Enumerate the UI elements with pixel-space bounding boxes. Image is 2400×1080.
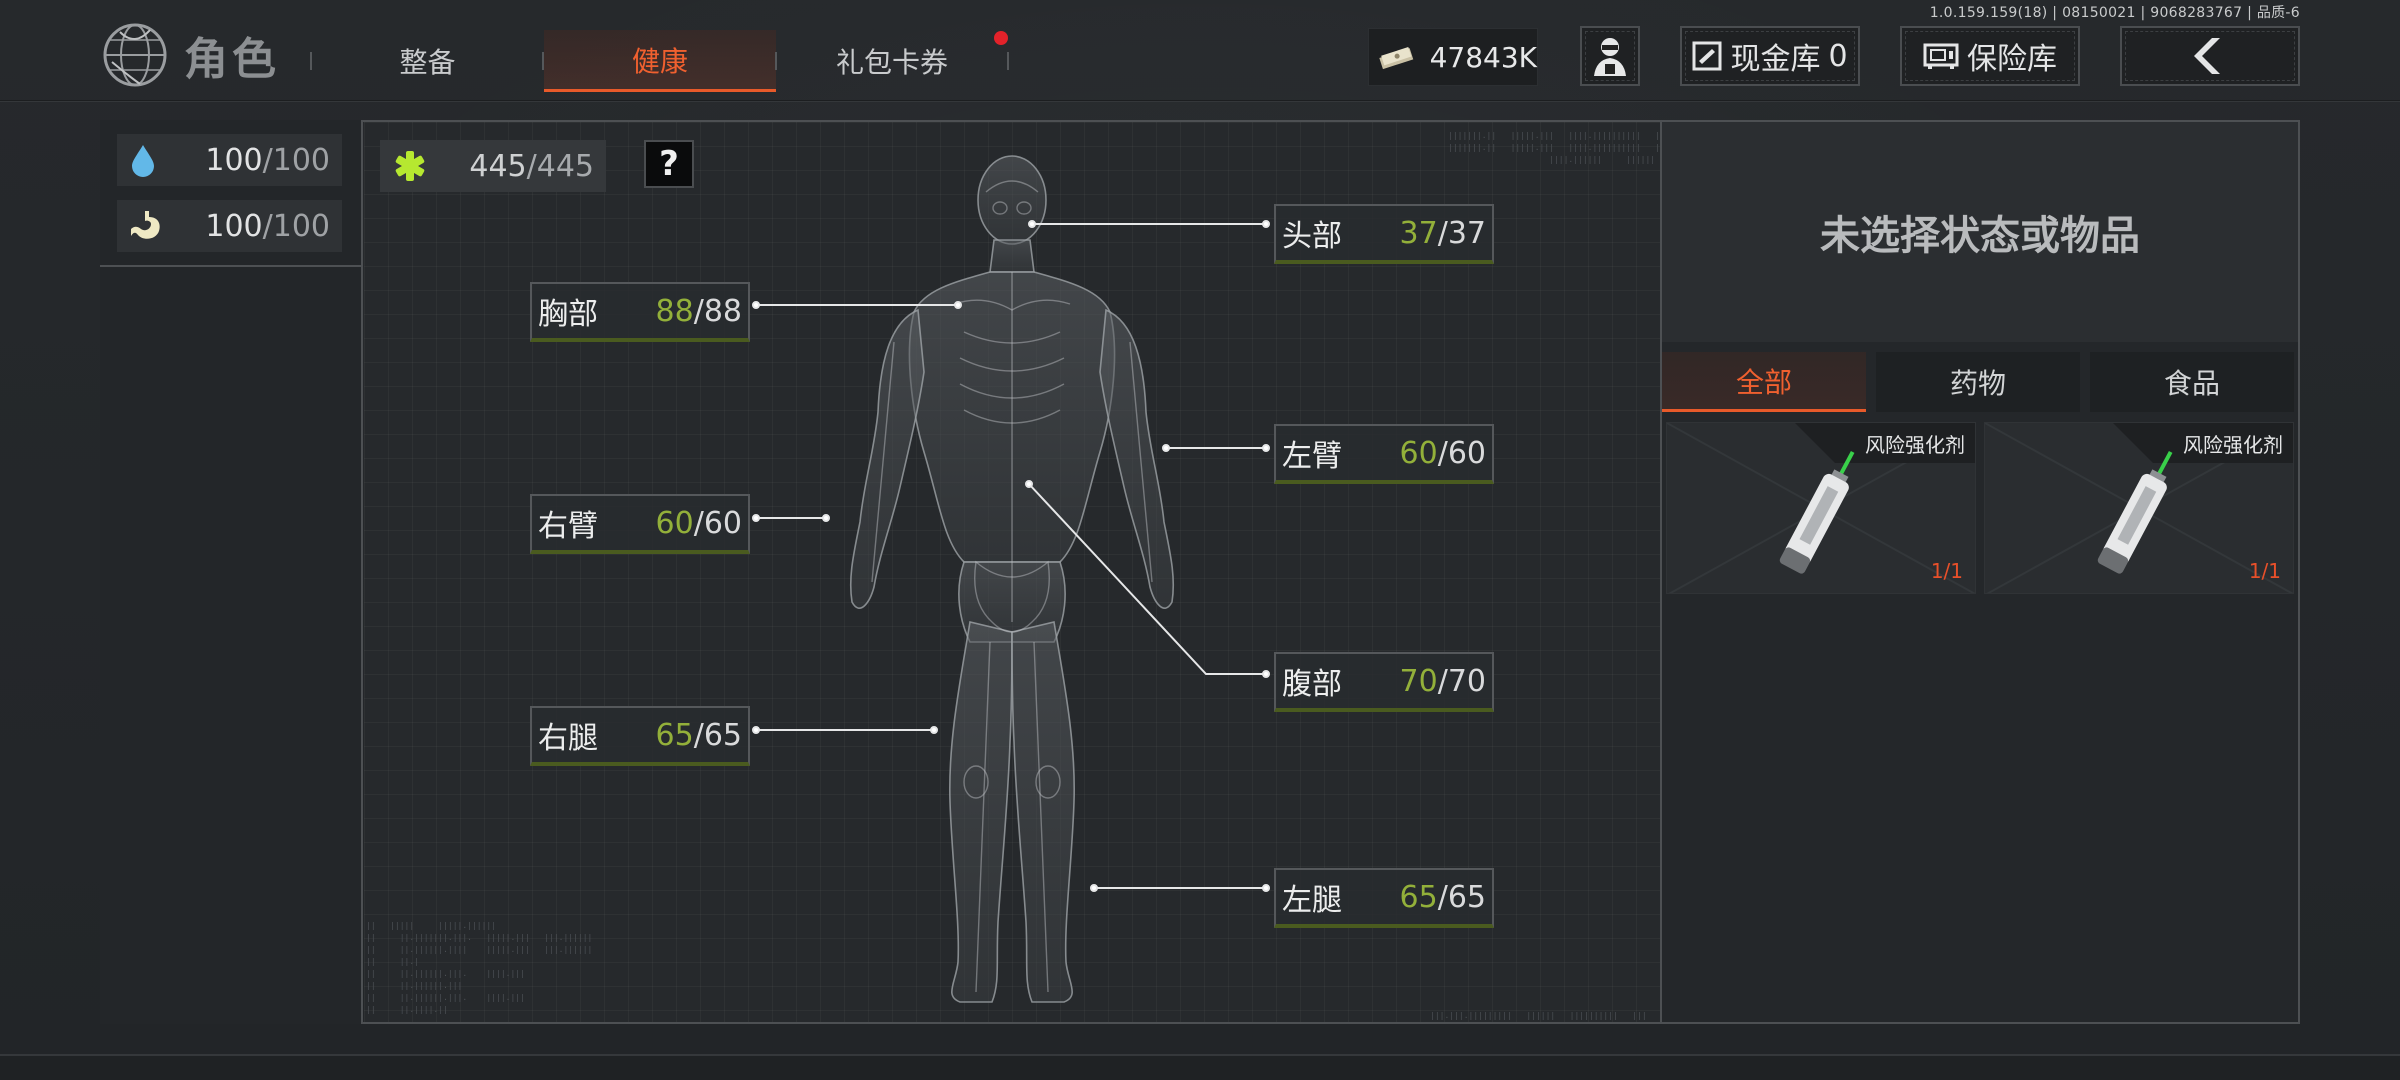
body-part-right-leg[interactable]: 右腿 65/65 xyxy=(530,706,750,766)
body-part-current: 37 xyxy=(1399,215,1438,251)
tab-separator xyxy=(1007,52,1009,70)
detail-panel: 未选择状态或物品 全部 药物 食品 风险强化剂 1/1 风险强化剂 1/1 xyxy=(1660,122,2298,1022)
globe-logo-icon xyxy=(103,23,167,87)
body-part-current: 88 xyxy=(655,293,694,329)
item-name: 风险强化剂 xyxy=(1865,433,1965,457)
cash-vault-button[interactable]: 现金库 0 xyxy=(1680,26,1860,86)
cash-vault-count: 0 xyxy=(1828,38,1848,74)
body-part-chest[interactable]: 胸部 88/88 xyxy=(530,282,750,342)
safe-label: 保险库 xyxy=(1967,42,2057,77)
cash-stack-icon xyxy=(1379,46,1414,70)
item-count: 1/1 xyxy=(2248,559,2281,583)
body-part-current: 60 xyxy=(1399,435,1438,471)
category-tab-food[interactable]: 食品 xyxy=(2090,352,2294,412)
empty-selection-message: 未选择状态或物品 xyxy=(1662,122,2298,342)
vault-box-icon xyxy=(1692,41,1722,71)
category-tab-medicine[interactable]: 药物 xyxy=(1876,352,2080,412)
cash-vault-label: 现金库 xyxy=(1730,42,1821,77)
agent-icon xyxy=(1594,38,1626,76)
support-agent-button[interactable] xyxy=(1580,26,1640,86)
body-part-label: 头部 xyxy=(1282,219,1342,254)
body-part-max: /37 xyxy=(1437,215,1486,251)
top-bar: 角色 整备 健康 礼包卡券 47843K 现金库 0 保险库 xyxy=(0,0,2400,102)
energy-stat[interactable]: 100/100 xyxy=(117,200,342,252)
energy-current: 100 xyxy=(205,208,263,244)
syringe-icon xyxy=(1779,450,1855,574)
body-part-current: 60 xyxy=(655,505,694,541)
vitals-divider xyxy=(100,265,361,267)
help-button[interactable]: ? xyxy=(644,140,694,188)
tab-gift-coupons[interactable]: 礼包卡券 xyxy=(812,30,972,92)
safe-icon xyxy=(1923,43,1959,69)
body-part-label: 左腿 xyxy=(1282,883,1342,918)
brand: 角色 xyxy=(100,22,280,88)
hydration-current: 100 xyxy=(205,142,263,178)
body-part-current: 65 xyxy=(655,717,694,753)
bottom-strip xyxy=(0,1054,2400,1080)
body-part-label: 胸部 xyxy=(538,297,598,332)
body-part-head[interactable]: 头部 37/37 xyxy=(1274,204,1494,264)
body-part-max: /60 xyxy=(693,505,742,541)
chevron-left-icon xyxy=(2194,38,2220,74)
currency-amount: 47843K xyxy=(1429,40,1537,74)
safe-button[interactable]: 保险库 xyxy=(1900,26,2080,86)
body-health-view: |||||||.|| |||||.||| ||||.|||||||||| | ||… xyxy=(364,122,1660,1022)
total-health-current: 445 xyxy=(469,148,527,184)
hydration-stat[interactable]: 100/100 xyxy=(117,134,342,186)
body-part-max: /88 xyxy=(693,293,742,329)
body-part-max: /65 xyxy=(1437,879,1486,915)
body-part-current: 70 xyxy=(1399,663,1438,699)
inventory-item[interactable]: 风险强化剂 1/1 xyxy=(1984,422,2294,594)
notification-dot xyxy=(994,31,1008,45)
currency-display[interactable]: 47843K xyxy=(1368,28,1538,86)
tab-equipment[interactable]: 整备 xyxy=(370,30,485,92)
water-drop-icon xyxy=(132,145,154,177)
item-count: 1/1 xyxy=(1930,559,1963,583)
body-part-label: 腹部 xyxy=(1282,667,1342,702)
syringe-icon xyxy=(2097,450,2173,574)
energy-max: /100 xyxy=(262,208,330,244)
vitals-panel: 100/100 100/100 xyxy=(100,120,363,1024)
category-tab-all[interactable]: 全部 xyxy=(1662,352,1866,412)
body-part-left-arm[interactable]: 左臂 60/60 xyxy=(1274,424,1494,484)
header-divider xyxy=(0,100,2400,102)
medical-star-icon xyxy=(395,151,425,181)
body-part-abdomen[interactable]: 腹部 70/70 xyxy=(1274,652,1494,712)
body-part-max: /70 xyxy=(1437,663,1486,699)
hydration-max: /100 xyxy=(262,142,330,178)
page-title: 角色 xyxy=(184,34,280,85)
back-button[interactable] xyxy=(2120,26,2300,86)
body-part-current: 65 xyxy=(1399,879,1438,915)
tab-separator xyxy=(310,52,312,70)
item-name: 风险强化剂 xyxy=(2183,433,2283,457)
body-part-label: 右腿 xyxy=(538,721,598,756)
tab-health[interactable]: 健康 xyxy=(544,30,776,92)
body-part-max: /60 xyxy=(1437,435,1486,471)
body-part-label: 右臂 xyxy=(538,509,598,544)
body-part-label: 左臂 xyxy=(1282,439,1342,474)
inventory-item[interactable]: 风险强化剂 1/1 xyxy=(1666,422,1976,594)
tab-separator xyxy=(775,52,777,70)
total-health[interactable]: 445/445 xyxy=(380,140,606,192)
total-health-max: /445 xyxy=(526,148,594,184)
stomach-icon xyxy=(131,211,160,239)
body-part-left-leg[interactable]: 左腿 65/65 xyxy=(1274,868,1494,928)
body-part-max: /65 xyxy=(693,717,742,753)
body-part-right-arm[interactable]: 右臂 60/60 xyxy=(530,494,750,554)
